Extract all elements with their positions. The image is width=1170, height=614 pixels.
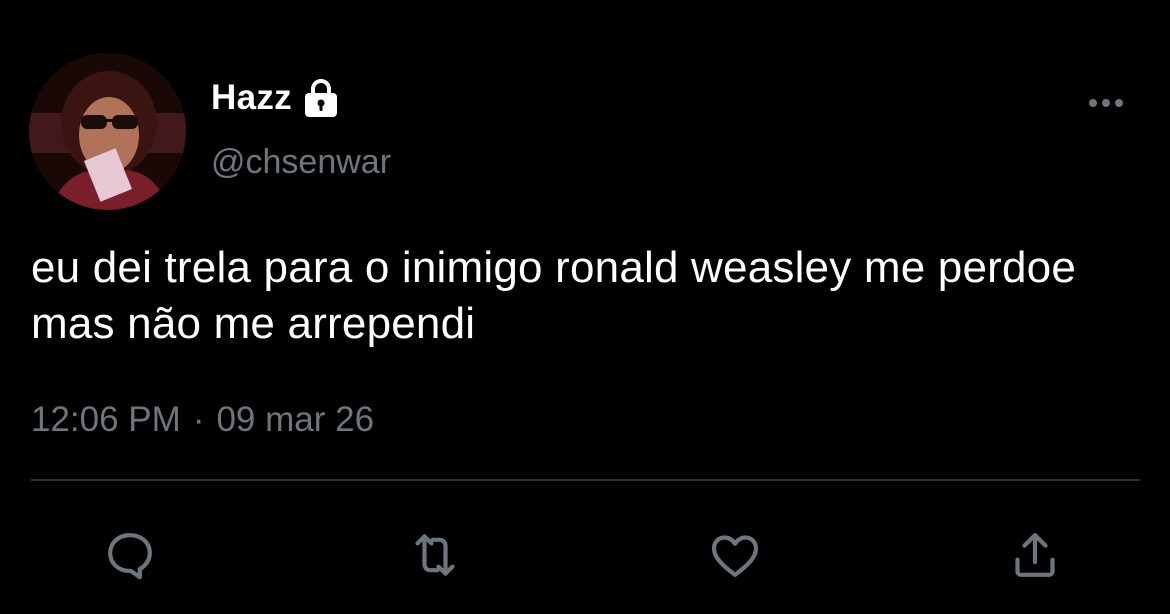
tweet: Hazz @chsenwar eu dei trela para o inimi… (0, 0, 1170, 614)
tweet-date: 09 mar 26 (216, 400, 375, 439)
reply-button[interactable] (100, 525, 160, 585)
tweet-timestamp[interactable]: 12:06 PM · 09 mar 26 (31, 400, 374, 440)
author-handle[interactable]: @chsenwar (211, 143, 391, 182)
author-name-row: Hazz (211, 78, 342, 118)
reply-icon (108, 533, 152, 580)
tweet-text: eu dei trela para o inimigo ronald weasl… (31, 243, 1077, 348)
display-name[interactable]: Hazz (211, 78, 292, 118)
avatar[interactable] (29, 53, 186, 210)
share-icon (1015, 533, 1055, 577)
retweet-icon (415, 534, 455, 576)
lock-icon (300, 78, 342, 118)
retweet-button[interactable] (405, 525, 465, 585)
more-options-icon[interactable] (1084, 92, 1128, 114)
like-button[interactable] (705, 525, 765, 585)
meta-separator: · (192, 400, 205, 439)
share-button[interactable] (1005, 525, 1065, 585)
heart-icon (711, 535, 759, 577)
divider (31, 479, 1140, 481)
avatar-photo (29, 53, 186, 210)
tweet-time: 12:06 PM (31, 400, 181, 439)
